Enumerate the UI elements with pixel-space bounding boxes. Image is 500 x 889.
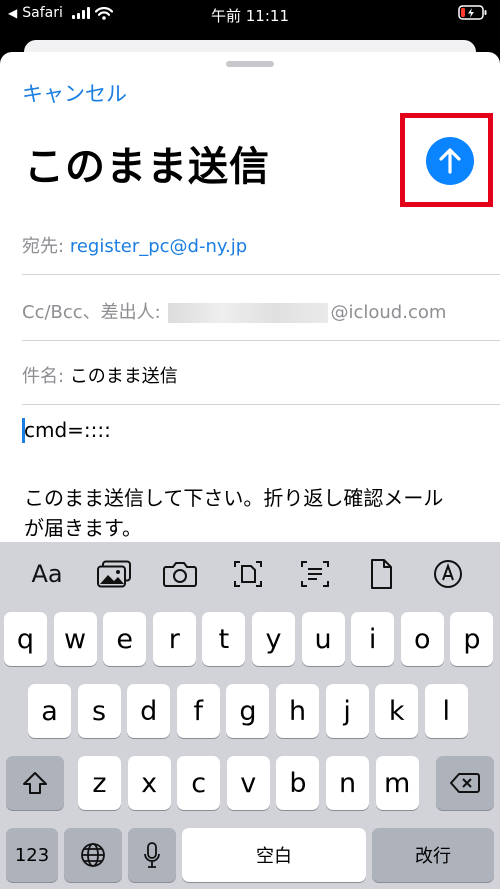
key-t[interactable]: t xyxy=(202,612,246,666)
redacted-email xyxy=(168,303,329,323)
clock: 午前 11:11 xyxy=(211,7,289,25)
subject-value: このまま送信 xyxy=(69,366,178,387)
scan-document-icon[interactable] xyxy=(226,556,270,592)
body-line-2[interactable]: このまま送信して下さい。折り返し確認メール xyxy=(24,482,443,511)
key-n[interactable]: n xyxy=(326,756,369,810)
key-d[interactable]: d xyxy=(127,684,171,738)
key-p[interactable]: p xyxy=(450,612,494,666)
key-l[interactable]: l xyxy=(424,684,468,738)
dictation-key[interactable] xyxy=(128,828,176,882)
space-key[interactable]: 空白 xyxy=(182,828,366,882)
photo-library-icon[interactable] xyxy=(92,556,136,592)
shift-icon xyxy=(23,772,47,794)
page-title: このまま送信 xyxy=(24,144,270,190)
sheet-grabber[interactable] xyxy=(226,61,274,67)
numbers-key[interactable]: 123 xyxy=(6,828,58,882)
key-j[interactable]: j xyxy=(325,684,369,738)
return-key[interactable]: 改行 xyxy=(372,828,494,882)
key-o[interactable]: o xyxy=(400,612,444,666)
cancel-button[interactable]: キャンセル xyxy=(22,78,127,108)
key-i[interactable]: i xyxy=(351,612,395,666)
key-e[interactable]: e xyxy=(103,612,147,666)
to-label: 宛先: xyxy=(22,236,65,257)
key-u[interactable]: u xyxy=(301,612,345,666)
key-g[interactable]: g xyxy=(226,684,270,738)
markup-icon[interactable] xyxy=(426,556,470,592)
cc-label: Cc/Bcc、差出人: xyxy=(22,302,161,323)
subject-label: 件名: xyxy=(22,366,65,387)
key-b[interactable]: b xyxy=(276,756,320,810)
to-field[interactable]: 宛先: register_pc@d-ny.jp xyxy=(22,232,500,258)
key-m[interactable]: m xyxy=(375,756,419,810)
delete-key[interactable] xyxy=(436,756,494,810)
key-y[interactable]: y xyxy=(252,612,295,666)
key-x[interactable]: x xyxy=(127,756,171,810)
key-a[interactable]: a xyxy=(28,684,71,738)
key-z[interactable]: z xyxy=(78,756,121,810)
format-toolbar: Aa xyxy=(0,542,500,604)
scan-text-icon[interactable] xyxy=(293,556,337,592)
camera-icon[interactable] xyxy=(158,556,202,592)
divider xyxy=(22,274,500,275)
key-h[interactable]: h xyxy=(276,684,319,738)
divider xyxy=(22,340,500,341)
status-bar: ◀ Safari 午前 11:11 xyxy=(0,0,500,30)
keyboard: Aa q w e r t y u i o p a s d f g h j k l… xyxy=(0,542,500,889)
divider xyxy=(22,404,500,405)
body-line-3[interactable]: が届きます。 xyxy=(24,512,142,541)
cc-domain: @icloud.com xyxy=(330,302,447,323)
key-k[interactable]: k xyxy=(375,684,419,738)
backspace-icon xyxy=(450,773,480,793)
key-f[interactable]: f xyxy=(176,684,220,738)
shift-key[interactable] xyxy=(6,756,64,810)
key-w[interactable]: w xyxy=(53,612,97,666)
battery-icon xyxy=(458,5,488,25)
globe-icon xyxy=(81,843,105,867)
key-v[interactable]: v xyxy=(226,756,270,810)
microphone-icon xyxy=(144,842,160,868)
body-line-1[interactable]: cmd=:::: xyxy=(24,418,111,442)
attach-file-icon[interactable] xyxy=(359,556,403,592)
key-c[interactable]: c xyxy=(177,756,221,810)
key-q[interactable]: q xyxy=(4,612,47,666)
key-r[interactable]: r xyxy=(152,612,196,666)
globe-key[interactable] xyxy=(64,828,122,882)
highlight-box xyxy=(400,113,493,207)
to-recipient[interactable]: register_pc@d-ny.jp xyxy=(70,236,247,257)
cc-bcc-from-field[interactable]: Cc/Bcc、差出人: @icloud.com xyxy=(22,298,500,324)
key-s[interactable]: s xyxy=(77,684,121,738)
format-button[interactable]: Aa xyxy=(25,556,69,592)
compose-sheet: キャンセル このまま送信 宛先: register_pc@d-ny.jp Cc/… xyxy=(0,52,500,542)
subject-field[interactable]: 件名: このまま送信 xyxy=(22,362,500,388)
